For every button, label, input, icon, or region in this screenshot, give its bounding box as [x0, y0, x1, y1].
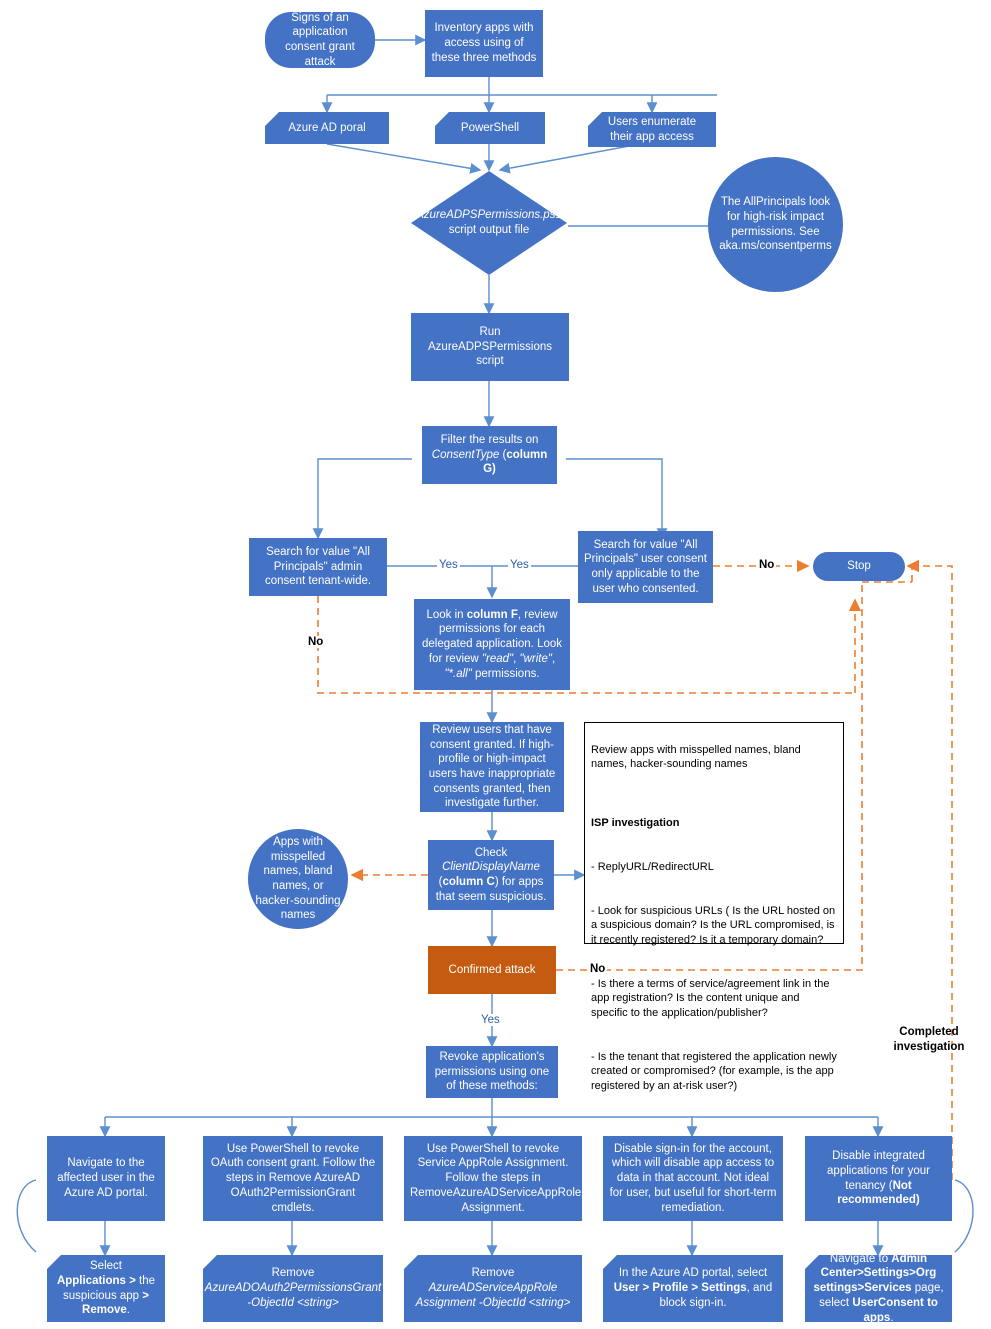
edge-label-no-left: No	[306, 636, 326, 648]
result5-post: .	[890, 1311, 894, 1324]
edge-label-completed-investigation: Completed investigation	[893, 1026, 965, 1053]
node-start[interactable]: Signs of an application consent grant at…	[265, 12, 375, 68]
look-f-column: column F	[466, 608, 518, 621]
edge-label-yes-confirmed: Yes	[479, 1014, 502, 1026]
node-review-users-label: Review users that have consent granted. …	[428, 723, 556, 810]
node-result-remove-oauth2grant[interactable]: Remove AzureADOAuth2PermissionsGrant -Ob…	[203, 1255, 383, 1322]
node-apps-misspelled-label: Apps with misspelled names, bland names,…	[255, 835, 341, 922]
script-output-subtitle: script output file	[448, 224, 530, 236]
note-bullet2: - Look for suspicious URLs ( Is the URL …	[591, 904, 836, 946]
filter-consenttype: ConsentType	[431, 448, 500, 461]
result2-pre: Remove	[271, 1267, 315, 1280]
result2-cmdlet: AzureADOAuth2PermissionsGrant -ObjectId …	[204, 1282, 382, 1309]
node-method-revoke-oauth-label: Use PowerShell to revoke OAuth consent g…	[210, 1142, 376, 1214]
look-f-post: permissions.	[471, 667, 540, 680]
note-bullet4: - Is the tenant that registered the appl…	[591, 1050, 837, 1092]
look-f-sep2: ,	[551, 652, 556, 665]
edge-label-yes-right: Yes	[508, 559, 531, 571]
script-output-filename: AzureADPSPermissions.ps1	[416, 209, 562, 222]
node-result-block-signin-label: In the Azure AD portal, select User > Pr…	[611, 1266, 775, 1310]
node-result-remove-approleassignment-label: Remove AzureADServiceAppRole Assignment …	[412, 1266, 574, 1310]
note-heading: ISP investigation	[591, 816, 680, 829]
node-result-block-signin[interactable]: In the Azure AD portal, select User > Pr…	[603, 1255, 783, 1322]
result5-pre: Navigate to	[829, 1252, 892, 1265]
node-start-label: Signs of an application consent grant at…	[285, 11, 355, 68]
check-pre: Check	[474, 846, 508, 859]
node-look-column-f-label: Look in column F, review permissions for…	[420, 608, 564, 682]
node-method-disable-integrated[interactable]: Disable integrated applications for your…	[805, 1136, 952, 1221]
node-result-admin-center-label: Navigate to Admin Center>Settings>Org se…	[813, 1252, 944, 1324]
node-method-navigate-user[interactable]: Navigate to the affected user in the Azu…	[47, 1136, 165, 1221]
node-run-script-label: Run AzureADPSPermissions script	[428, 325, 552, 368]
node-method-azure-ad-portal-label: Azure AD poral	[288, 121, 366, 134]
node-script-output-decision-label: AzureADPSPermissions.ps1 script output f…	[410, 170, 568, 276]
node-revoke-permissions-label: Revoke application's permissions using o…	[434, 1050, 550, 1093]
edge-label-no-stop: No	[757, 559, 777, 571]
flowchart-canvas: Signs of an application consent grant at…	[0, 0, 991, 1329]
edge-label-yes-left: Yes	[437, 559, 460, 571]
node-result-select-applications[interactable]: Select Applications > the suspicious app…	[47, 1255, 165, 1322]
note-line1: Review apps with misspelled names, bland…	[591, 743, 801, 771]
node-filter-results[interactable]: Filter the results on ConsentType (colum…	[422, 426, 557, 484]
node-search-user-consent-label: Search for value "All Principals" user c…	[584, 538, 707, 595]
node-search-admin-consent[interactable]: Search for value "All Principals" admin …	[249, 538, 387, 596]
note-bullet1: - ReplyURL/RedirectURL	[591, 860, 714, 873]
node-revoke-permissions[interactable]: Revoke application's permissions using o…	[426, 1046, 558, 1098]
node-result-select-applications-label: Select Applications > the suspicious app…	[55, 1259, 157, 1318]
node-method-users-enumerate-label: Users enumerate their app access	[607, 115, 697, 143]
result1-applications: Applications >	[56, 1274, 136, 1287]
node-search-user-consent[interactable]: Search for value "All Principals" user c…	[578, 531, 713, 603]
node-filter-results-label: Filter the results on ConsentType (colum…	[428, 433, 551, 477]
node-method-powershell[interactable]: PowerShell	[435, 112, 545, 144]
result5-userconsent: UserConsent to apps	[852, 1296, 938, 1324]
node-review-users[interactable]: Review users that have consent granted. …	[420, 722, 564, 812]
node-method-powershell-label: PowerShell	[460, 121, 520, 134]
check-column-c: column C	[442, 876, 495, 888]
node-inventory-apps-label: Inventory apps with access using of thes…	[431, 22, 537, 64]
node-result-remove-approleassignment[interactable]: Remove AzureADServiceAppRole Assignment …	[404, 1255, 582, 1322]
node-method-revoke-approle-label: Use PowerShell to revoke Service AppRole…	[410, 1142, 582, 1214]
note-isp-investigation: Review apps with misspelled names, bland…	[584, 722, 844, 1092]
node-look-column-f[interactable]: Look in column F, review permissions for…	[414, 599, 570, 690]
result1-pre: Select	[90, 1260, 122, 1273]
node-method-revoke-approle[interactable]: Use PowerShell to revoke Service AppRole…	[404, 1136, 582, 1221]
result1-post: .	[126, 1304, 130, 1317]
node-inventory-apps[interactable]: Inventory apps with access using of thes…	[425, 10, 543, 77]
node-result-admin-center[interactable]: Navigate to Admin Center>Settings>Org se…	[805, 1255, 952, 1322]
node-method-disable-integrated-label: Disable integrated applications for your…	[811, 1149, 946, 1208]
result3-cmdlet: AzureADServiceAppRole Assignment -Object…	[415, 1282, 571, 1309]
node-method-revoke-oauth[interactable]: Use PowerShell to revoke OAuth consent g…	[203, 1136, 383, 1221]
node-method-users-enumerate[interactable]: Users enumerate their app access	[588, 112, 716, 147]
filter-line2-pre: on	[525, 433, 539, 446]
node-allprincipals-note[interactable]: The AllPrincipals look for high-risk imp…	[708, 157, 843, 292]
node-run-script[interactable]: Run AzureADPSPermissions script	[411, 313, 569, 381]
look-f-read: "read"	[481, 652, 514, 665]
result3-pre: Remove	[471, 1267, 515, 1280]
node-confirmed-attack[interactable]: Confirmed attack	[428, 946, 556, 994]
node-script-output-decision[interactable]: AzureADPSPermissions.ps1 script output f…	[410, 170, 568, 276]
node-check-clientdisplayname-label: Check ClientDisplayName (column C) for a…	[434, 846, 548, 905]
look-f-all: "*.all"	[444, 667, 472, 680]
result4-path: User > Profile > Settings	[613, 1282, 747, 1295]
node-result-remove-oauth2grant-label: Remove AzureADOAuth2PermissionsGrant -Ob…	[205, 1266, 381, 1310]
look-f-write: "write"	[519, 652, 552, 665]
method5-pre: Disable integrated applications for your…	[827, 1150, 930, 1192]
node-stop-label: Stop	[847, 560, 871, 573]
node-apps-misspelled[interactable]: Apps with misspelled names, bland names,…	[248, 829, 348, 929]
node-check-clientdisplayname[interactable]: Check ClientDisplayName (column C) for a…	[428, 840, 554, 910]
node-method-navigate-user-label: Navigate to the affected user in the Azu…	[57, 1157, 155, 1199]
node-allprincipals-note-label: The AllPrincipals look for high-risk imp…	[719, 196, 832, 253]
note-bullet3: - Is there a terms of service/agreement …	[591, 977, 830, 1019]
node-confirmed-attack-label: Confirmed attack	[448, 963, 536, 976]
result4-pre: In the Azure AD portal, select	[618, 1267, 768, 1280]
look-f-pre: Look in	[426, 608, 467, 621]
filter-line1: Filter the results	[440, 433, 523, 446]
node-method-disable-signin[interactable]: Disable sign-in for the account, which w…	[603, 1136, 783, 1221]
edge-label-no-confirmed: No	[588, 963, 608, 975]
node-method-azure-ad-portal[interactable]: Azure AD poral	[265, 112, 389, 144]
node-stop[interactable]: Stop	[813, 552, 905, 581]
node-search-admin-consent-label: Search for value "All Principals" admin …	[264, 545, 372, 588]
node-method-disable-signin-label: Disable sign-in for the account, which w…	[609, 1142, 777, 1214]
check-clientdisplayname: ClientDisplayName	[442, 861, 540, 874]
